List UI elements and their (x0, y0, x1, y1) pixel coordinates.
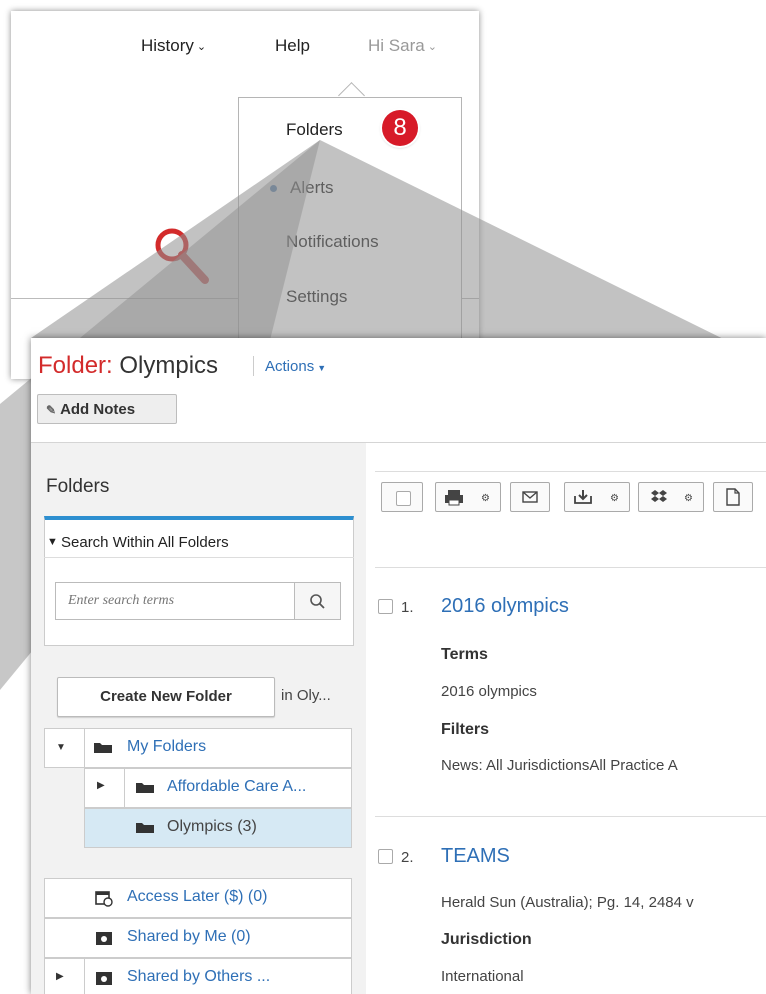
select-all-checkbox[interactable] (381, 482, 423, 512)
menu-item-notifications[interactable]: Notifications (286, 232, 379, 252)
result-title-link[interactable]: 2016 olympics (441, 595, 569, 618)
divider (375, 816, 766, 817)
menu-item-settings[interactable]: Settings (286, 287, 347, 307)
user-greeting: Hi Sara (368, 36, 425, 55)
download-button[interactable]: ⚙ (564, 482, 630, 512)
search-within-toggle[interactable]: Search Within All Folders (61, 534, 229, 551)
chevron-down-icon: ⌄ (427, 41, 437, 53)
title-prefix: Folder: (38, 352, 113, 379)
svg-text:⚙: ⚙ (481, 493, 490, 504)
user-menu[interactable]: Hi Sara ⌄ (368, 36, 437, 56)
divider (375, 471, 766, 472)
notes-icon: ✎ (46, 403, 57, 417)
add-notes-button[interactable]: ✎ Add Notes (37, 394, 177, 424)
step-badge: 8 (382, 110, 418, 146)
add-notes-label: Add Notes (60, 401, 136, 418)
divider (124, 768, 125, 808)
result-heading: Terms (441, 646, 488, 663)
alert-indicator-dot (270, 185, 277, 192)
result-text: 2016 olympics (441, 683, 537, 700)
page-title: Folder: Olympics (38, 352, 218, 380)
search-button[interactable] (295, 582, 341, 620)
account-dropdown (238, 97, 462, 359)
divider (253, 356, 254, 376)
result-number: 2. (401, 849, 414, 866)
result-title-link[interactable]: TEAMS (441, 845, 510, 868)
shared-by-others-label[interactable]: Shared by Others ... (127, 968, 270, 986)
result-heading: Jurisdiction (441, 931, 532, 948)
create-location: in Oly... (281, 687, 331, 704)
print-icon: ⚙ (445, 490, 490, 506)
caret-right-icon[interactable]: ▶ (56, 971, 64, 982)
download-icon: ⚙ (574, 490, 619, 504)
caret-down-icon: ▼ (317, 363, 327, 373)
result-text: Herald Sun (Australia); Pg. 14, 2484 v (441, 894, 694, 911)
help-link[interactable]: Help (275, 36, 310, 56)
dropbox-icon: ⚙ (651, 490, 693, 504)
folder-icon (136, 783, 154, 793)
svg-text:⚙: ⚙ (610, 493, 619, 504)
history-menu[interactable]: History ⌄ (141, 36, 206, 56)
calendar-clock-icon (95, 891, 113, 907)
divider (84, 728, 85, 848)
shared-by-me-label[interactable]: Shared by Me (0) (127, 928, 251, 946)
result-number: 1. (401, 599, 414, 616)
access-later-label[interactable]: Access Later ($) (0) (127, 888, 267, 906)
print-button[interactable]: ⚙ (435, 482, 501, 512)
actions-dropdown[interactable]: Actions ▼ (265, 358, 326, 375)
caret-right-icon[interactable]: ▶ (97, 780, 105, 791)
shared-folder-icon (96, 972, 112, 985)
folder-icon (136, 823, 154, 833)
tree-label-my-folders[interactable]: My Folders (127, 738, 206, 756)
divider (44, 557, 354, 558)
result-text: News: All JurisdictionsAll Practice A (441, 757, 678, 774)
caret-down-icon[interactable]: ▼ (56, 742, 66, 753)
chevron-down-icon: ⌄ (196, 41, 207, 53)
email-icon (522, 491, 538, 503)
search-icon (155, 228, 209, 284)
tree-label-affordable-care[interactable]: Affordable Care A... (167, 778, 306, 796)
result-heading: Filters (441, 721, 490, 738)
tree-label-olympics[interactable]: Olympics (3) (167, 818, 257, 836)
caret-down-icon[interactable]: ▼ (47, 536, 58, 548)
document-button[interactable] (713, 482, 753, 512)
folder-page: Folder: Olympics Actions ▼ ✎ Add Notes Fol… (31, 338, 766, 994)
search-icon (310, 594, 325, 609)
folder-icon (94, 743, 112, 753)
folder-name: Olympics (119, 352, 219, 379)
sidebar-heading: Folders (46, 476, 110, 497)
result-text: International (441, 968, 524, 985)
search-input[interactable] (55, 582, 295, 620)
checkbox-icon (396, 491, 411, 506)
document-icon (726, 488, 740, 506)
divider (84, 958, 85, 994)
actions-label: Actions (265, 358, 315, 375)
menu-item-alerts[interactable]: Alerts (290, 178, 333, 198)
history-label: History (141, 36, 194, 55)
create-new-folder-button[interactable]: Create New Folder (57, 677, 275, 717)
divider (375, 567, 766, 568)
menu-item-folders[interactable]: Folders (286, 120, 343, 140)
dropbox-button[interactable]: ⚙ (638, 482, 704, 512)
email-button[interactable] (510, 482, 550, 512)
svg-text:⚙: ⚙ (684, 493, 693, 504)
result-checkbox[interactable] (378, 599, 393, 614)
shared-folder-icon (96, 932, 112, 945)
result-checkbox[interactable] (378, 849, 393, 864)
